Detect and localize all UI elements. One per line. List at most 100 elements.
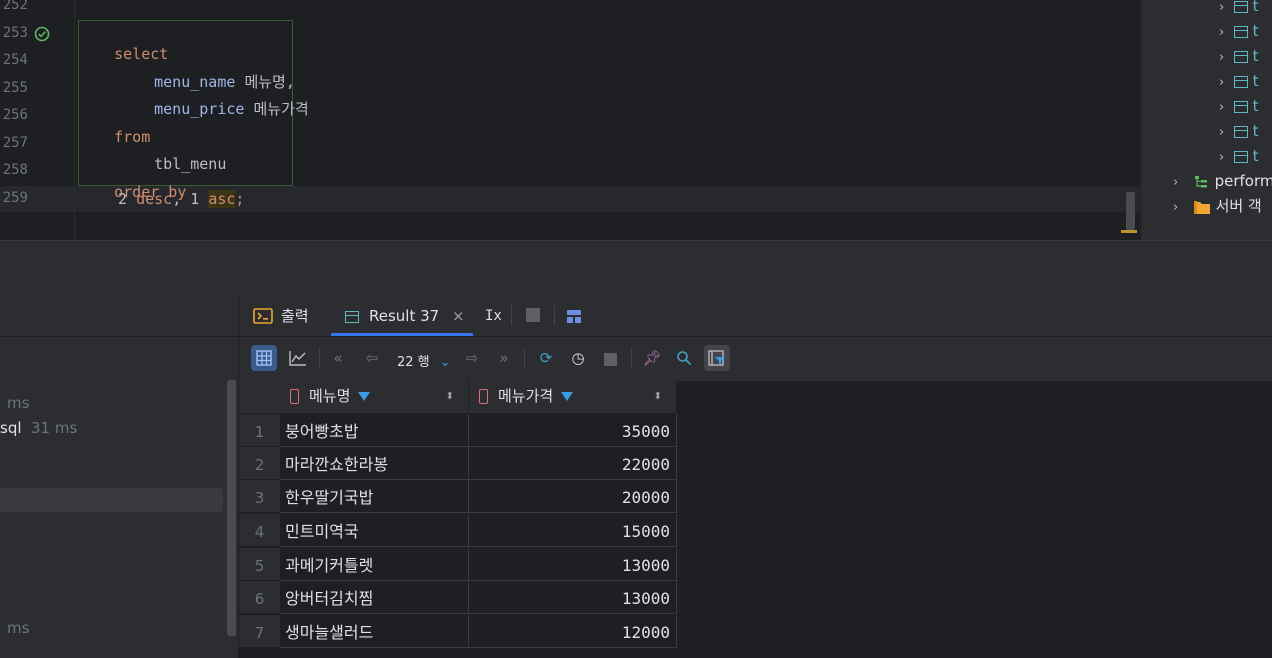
- result-panel[interactable]: 출력 Result 37 × Ix « ⇦ 22 행 ⌄ ⇨ » ⟳ ◷ 📌︎ …: [238, 294, 1272, 658]
- column-header-menu-name[interactable]: 메뉴명 ⬍: [280, 380, 469, 413]
- transaction-button[interactable]: Ix: [485, 294, 502, 336]
- row-number[interactable]: 7: [239, 615, 280, 648]
- table-cell[interactable]: 과메기커틀렛: [280, 548, 469, 581]
- tree-item-label: 서버 객: [1215, 197, 1262, 215]
- table-cell[interactable]: 앙버터김치찜: [280, 581, 469, 614]
- row-number[interactable]: 2: [239, 447, 280, 480]
- tree-table-item[interactable]: › t: [1219, 144, 1258, 169]
- tab-result-37[interactable]: Result 37 ×: [345, 294, 465, 336]
- table-cell[interactable]: 마라깐쇼한라봉: [280, 447, 469, 480]
- output-console-icon: [253, 308, 273, 324]
- previous-page-icon[interactable]: ⇦: [359, 345, 385, 371]
- sql-editor[interactable]: 252 253 254 255 256 257 258 259 select m…: [0, 0, 1140, 240]
- tab-output[interactable]: 출력: [253, 294, 309, 336]
- table-icon: [1233, 0, 1248, 13]
- table-icon: [1233, 75, 1248, 88]
- tree-table-item[interactable]: › t: [1219, 69, 1258, 94]
- table-cell[interactable]: 13000: [469, 548, 677, 581]
- code-line-253[interactable]: select: [78, 24, 168, 63]
- close-icon[interactable]: ×: [452, 307, 465, 325]
- tree-item-server-objects[interactable]: › 서버 객: [1173, 194, 1262, 219]
- chevron-right-icon: ›: [1219, 0, 1225, 15]
- table-cell[interactable]: 22000: [469, 447, 677, 480]
- row-number[interactable]: 6: [239, 581, 280, 614]
- next-page-icon[interactable]: ⇨: [459, 345, 485, 371]
- code-line-258[interactable]: order by: [78, 162, 186, 201]
- selected-service-row[interactable]: [0, 488, 223, 512]
- alias-menu-price: 메뉴가격: [253, 100, 309, 118]
- row-number[interactable]: 4: [239, 514, 280, 547]
- sort-icon[interactable]: ⬍: [654, 380, 662, 413]
- layout-icon[interactable]: [567, 308, 581, 327]
- chevron-right-icon: ›: [1219, 50, 1225, 65]
- database-tree[interactable]: › t › t › t › t › t › t › t › perform › …: [1140, 0, 1272, 240]
- services-panel[interactable]: ms sql 31 ms ms: [0, 294, 238, 658]
- sort-icon[interactable]: ⬍: [446, 380, 454, 413]
- session-sql-label[interactable]: sql: [0, 419, 22, 437]
- filter-icon[interactable]: [358, 392, 371, 401]
- code-line-257[interactable]: tbl_menu: [118, 134, 226, 173]
- tree-item-label: perform: [1214, 172, 1272, 190]
- separator: [631, 349, 632, 369]
- table-cell[interactable]: 붕어빵초밥: [280, 414, 469, 447]
- first-page-icon[interactable]: «: [325, 345, 351, 371]
- code-line-259[interactable]: 2 desc, 1 asc;: [118, 189, 244, 209]
- last-page-icon[interactable]: »: [491, 345, 517, 371]
- table-cell[interactable]: 35000: [469, 414, 677, 447]
- table-icon: [1233, 125, 1248, 138]
- table-cell[interactable]: 15000: [469, 514, 677, 547]
- table-cell[interactable]: 생마늘샐러드: [280, 615, 469, 648]
- code-line-255[interactable]: menu_price 메뉴가격: [118, 79, 309, 118]
- grid-view-icon[interactable]: [251, 345, 277, 371]
- services-scrollbar[interactable]: [227, 380, 236, 636]
- stop-icon[interactable]: [526, 308, 540, 322]
- table-icon: [1233, 50, 1248, 63]
- code-line-254[interactable]: menu_name 메뉴명,: [118, 52, 295, 91]
- column-header-label: 메뉴가격: [498, 387, 554, 405]
- refresh-icon[interactable]: ⟳: [533, 345, 559, 371]
- result-toolbar: « ⇦ 22 행 ⌄ ⇨ » ⟳ ◷ 📌︎: [239, 336, 1272, 381]
- row-number[interactable]: 5: [239, 548, 280, 581]
- search-icon[interactable]: [671, 345, 697, 371]
- filter-panel-icon[interactable]: [704, 345, 730, 371]
- column-icon: [290, 389, 299, 404]
- table-cell[interactable]: 20000: [469, 480, 677, 513]
- scrollbar-marker: [1121, 230, 1137, 233]
- editor-scrollbar[interactable]: [1126, 192, 1135, 230]
- timing-text: ms: [7, 394, 30, 412]
- tree-item-performance-schema[interactable]: › perform: [1173, 169, 1272, 194]
- code-line-256[interactable]: from: [78, 107, 150, 146]
- chevron-right-icon: ›: [1219, 125, 1225, 140]
- row-number-header: [239, 380, 281, 413]
- pin-icon[interactable]: 📌︎: [639, 345, 665, 371]
- table-icon: [1233, 25, 1248, 38]
- tree-table-item[interactable]: › t: [1219, 94, 1258, 119]
- table-cell[interactable]: 한우딸기국밥: [280, 480, 469, 513]
- table-icon: [1233, 150, 1248, 163]
- row-number[interactable]: 3: [239, 480, 280, 513]
- table-cell[interactable]: 12000: [469, 615, 677, 648]
- column-header-menu-price[interactable]: 메뉴가격 ⬍: [469, 380, 677, 413]
- check-circle-icon[interactable]: [34, 26, 50, 46]
- chart-view-icon[interactable]: [285, 345, 311, 371]
- tree-table-item[interactable]: › t: [1219, 44, 1258, 69]
- row-count-dropdown[interactable]: 22 행 ⌄: [397, 351, 451, 370]
- table-cell[interactable]: 13000: [469, 581, 677, 614]
- line-number: 258: [2, 162, 28, 178]
- tab-output-label: 출력: [281, 307, 309, 325]
- row-number[interactable]: 1: [239, 414, 280, 447]
- stop-query-icon[interactable]: [604, 353, 617, 366]
- result-tabbar: 출력 Result 37 × Ix: [239, 294, 1272, 336]
- history-icon[interactable]: ◷: [565, 345, 591, 371]
- column-menu-price: menu_price: [154, 100, 245, 118]
- table-cell[interactable]: 민트미역국: [280, 514, 469, 547]
- timing-text: ms: [7, 619, 30, 637]
- tree-table-item[interactable]: › t: [1219, 119, 1258, 144]
- panel-splitter[interactable]: [0, 240, 1272, 296]
- filter-icon[interactable]: [561, 392, 574, 401]
- line-number: 255: [2, 80, 28, 96]
- tree-table-item[interactable]: › t: [1219, 19, 1258, 44]
- schema-icon: [1194, 175, 1207, 187]
- chevron-right-icon: ›: [1173, 200, 1179, 215]
- tree-table-item[interactable]: › t: [1219, 0, 1258, 19]
